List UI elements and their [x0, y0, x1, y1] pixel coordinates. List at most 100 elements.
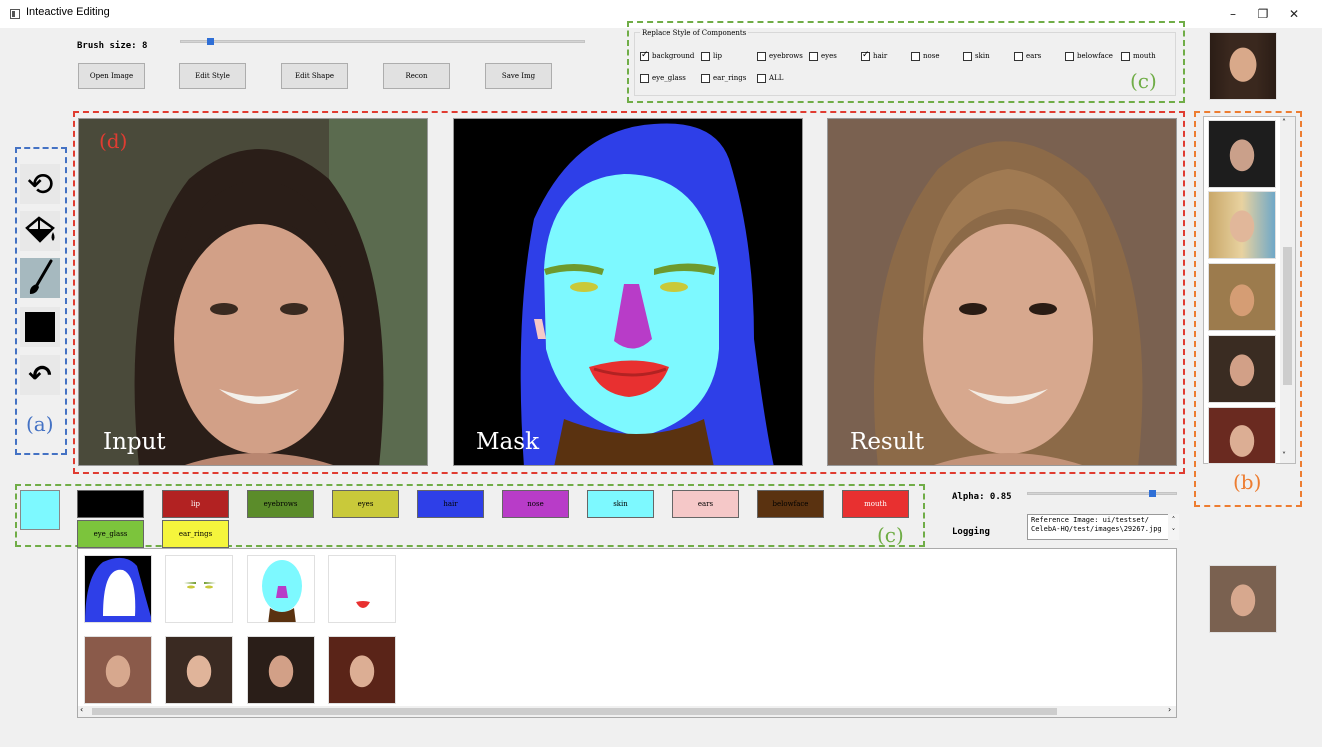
scroll-up-icon[interactable]: ˄ — [1282, 118, 1286, 127]
checkbox-eyebrows[interactable]: eyebrows — [757, 50, 803, 62]
checkbox-ears[interactable]: ears — [1014, 50, 1041, 62]
scroll-right-icon[interactable]: › — [1168, 705, 1171, 714]
palette-swatch-nose[interactable]: nose — [502, 490, 569, 518]
component-thumb-eyebrows[interactable] — [165, 555, 233, 623]
checkbox-box[interactable] — [1065, 51, 1074, 61]
palette-swatch-ear_rings[interactable]: ear_rings — [162, 520, 229, 548]
checkbox-all[interactable]: ALL — [757, 72, 783, 84]
fill-bucket-icon[interactable] — [20, 211, 60, 251]
palette-swatch-ears[interactable]: ears — [672, 490, 739, 518]
component-thumb-skin[interactable] — [247, 555, 315, 623]
recon-button[interactable]: Recon — [383, 63, 450, 89]
checkbox-box[interactable] — [911, 51, 920, 61]
brush-size-handle[interactable] — [207, 38, 214, 45]
palette-swatch-lip[interactable]: lip — [162, 490, 229, 518]
result-panel[interactable]: Result — [827, 118, 1177, 466]
checkbox-ear-rings[interactable]: ear_rings — [701, 72, 746, 84]
checkbox-label: hair — [873, 52, 888, 60]
color-square-icon[interactable] — [20, 307, 60, 347]
checkbox-box[interactable] — [640, 50, 649, 61]
save-img-button[interactable]: Save Img — [485, 63, 552, 89]
checkbox-box[interactable] — [757, 51, 766, 61]
palette-swatch-eye_glass[interactable]: eye_glass — [77, 520, 144, 548]
minimize-button[interactable]: – — [1218, 4, 1248, 24]
palette-swatch-black[interactable] — [77, 490, 144, 518]
checkbox-box[interactable] — [809, 51, 818, 61]
checkbox-lip[interactable]: lip — [701, 50, 722, 62]
checkbox-label: belowface — [1077, 52, 1113, 60]
close-button[interactable]: ✕ — [1279, 4, 1309, 24]
undo-icon[interactable]: ↶ — [20, 355, 60, 395]
window-title: Inteactive Editing — [26, 6, 110, 18]
checkbox-label: skin — [975, 52, 990, 60]
face-thumb-4[interactable] — [328, 636, 396, 704]
brush-icon[interactable] — [20, 258, 60, 298]
gallery-thumb-3[interactable] — [1208, 263, 1276, 331]
reference-face-thumbnail — [1209, 32, 1277, 100]
input-panel[interactable]: (d) Input — [78, 118, 428, 466]
checkbox-eyes[interactable]: eyes — [809, 50, 837, 62]
logging-text: Reference Image: ui/testset/ CelebA-HQ/t… — [1031, 516, 1162, 533]
palette-swatch-skin[interactable]: skin — [587, 490, 654, 518]
palette-swatch-mouth[interactable]: mouth — [842, 490, 909, 518]
hair-mask-preview — [85, 557, 151, 622]
checkbox-belowface[interactable]: belowface — [1065, 50, 1113, 62]
alpha-slider-handle[interactable] — [1149, 490, 1156, 497]
checkbox-nose[interactable]: nose — [911, 50, 939, 62]
gallery-thumb-1[interactable] — [1208, 120, 1276, 188]
checkbox-box[interactable] — [757, 73, 766, 83]
app-icon — [10, 9, 20, 19]
checkbox-box[interactable] — [701, 73, 710, 83]
checkbox-box[interactable] — [1014, 51, 1023, 61]
brush-size-slider[interactable] — [180, 40, 585, 43]
checkbox-box[interactable] — [701, 51, 710, 61]
gallery-thumb-4[interactable] — [1208, 335, 1276, 403]
logging-text-box[interactable]: Reference Image: ui/testset/ CelebA-HQ/t… — [1027, 514, 1179, 540]
checkbox-background[interactable]: background — [640, 50, 694, 62]
palette-swatch-label: lip — [191, 500, 200, 508]
checkbox-skin[interactable]: skin — [963, 50, 990, 62]
face-thumb-2[interactable] — [165, 636, 233, 704]
gallery-scrollbar-thumb[interactable] — [1283, 247, 1292, 385]
palette-swatch-hair[interactable]: hair — [417, 490, 484, 518]
checkbox-label: eyebrows — [769, 52, 803, 60]
components-strip[interactable] — [77, 548, 1177, 718]
palette-swatch-eyes[interactable]: eyes — [332, 490, 399, 518]
components-strip-scroll-thumb[interactable] — [92, 708, 1057, 715]
mask-panel[interactable]: Mask — [453, 118, 803, 466]
face-thumb-1[interactable] — [84, 636, 152, 704]
input-label: Input — [103, 429, 166, 455]
current-color-swatch[interactable] — [20, 490, 60, 530]
gallery-thumb-5[interactable] — [1208, 407, 1276, 464]
logging-scroll[interactable]: ˄ ˅ — [1168, 514, 1179, 540]
annotation-label-b: (b) — [1233, 470, 1262, 494]
palette-swatch-belowface[interactable]: belowface — [757, 490, 824, 518]
mask-segmentation-image — [454, 119, 802, 465]
reset-icon[interactable]: ⟲ — [20, 164, 60, 204]
component-thumb-hair[interactable] — [84, 555, 152, 623]
component-thumb-mouth[interactable] — [328, 555, 396, 623]
checkbox-box[interactable] — [963, 51, 972, 61]
annotation-label-d: (d) — [99, 129, 128, 153]
checkbox-label: background — [652, 52, 695, 60]
gallery-thumb-2[interactable] — [1208, 191, 1276, 259]
checkbox-box[interactable] — [1121, 51, 1130, 61]
checkbox-hair[interactable]: hair — [861, 50, 887, 62]
scroll-down-icon[interactable]: ˅ — [1282, 451, 1286, 460]
palette-swatch-eyebrows[interactable]: eyebrows — [247, 490, 314, 518]
open-image-button[interactable]: Open Image — [78, 63, 145, 89]
checkbox-box[interactable] — [640, 73, 649, 83]
edit-style-button[interactable]: Edit Style — [179, 63, 246, 89]
checkbox-eye-glass[interactable]: eye_glass — [640, 72, 686, 84]
checkbox-box[interactable] — [861, 50, 870, 61]
palette-swatch-label: eyes — [357, 500, 374, 508]
edit-shape-button[interactable]: Edit Shape — [281, 63, 348, 89]
scroll-left-icon[interactable]: ‹ — [80, 705, 83, 714]
result-label: Result — [850, 429, 925, 455]
logging-label: Logging — [952, 527, 990, 537]
annotation-label-a: (a) — [26, 412, 54, 436]
checkbox-mouth[interactable]: mouth — [1121, 50, 1156, 62]
face-thumb-3[interactable] — [247, 636, 315, 704]
mouth-mask-preview — [356, 601, 370, 608]
restore-button[interactable]: ❐ — [1248, 4, 1278, 24]
